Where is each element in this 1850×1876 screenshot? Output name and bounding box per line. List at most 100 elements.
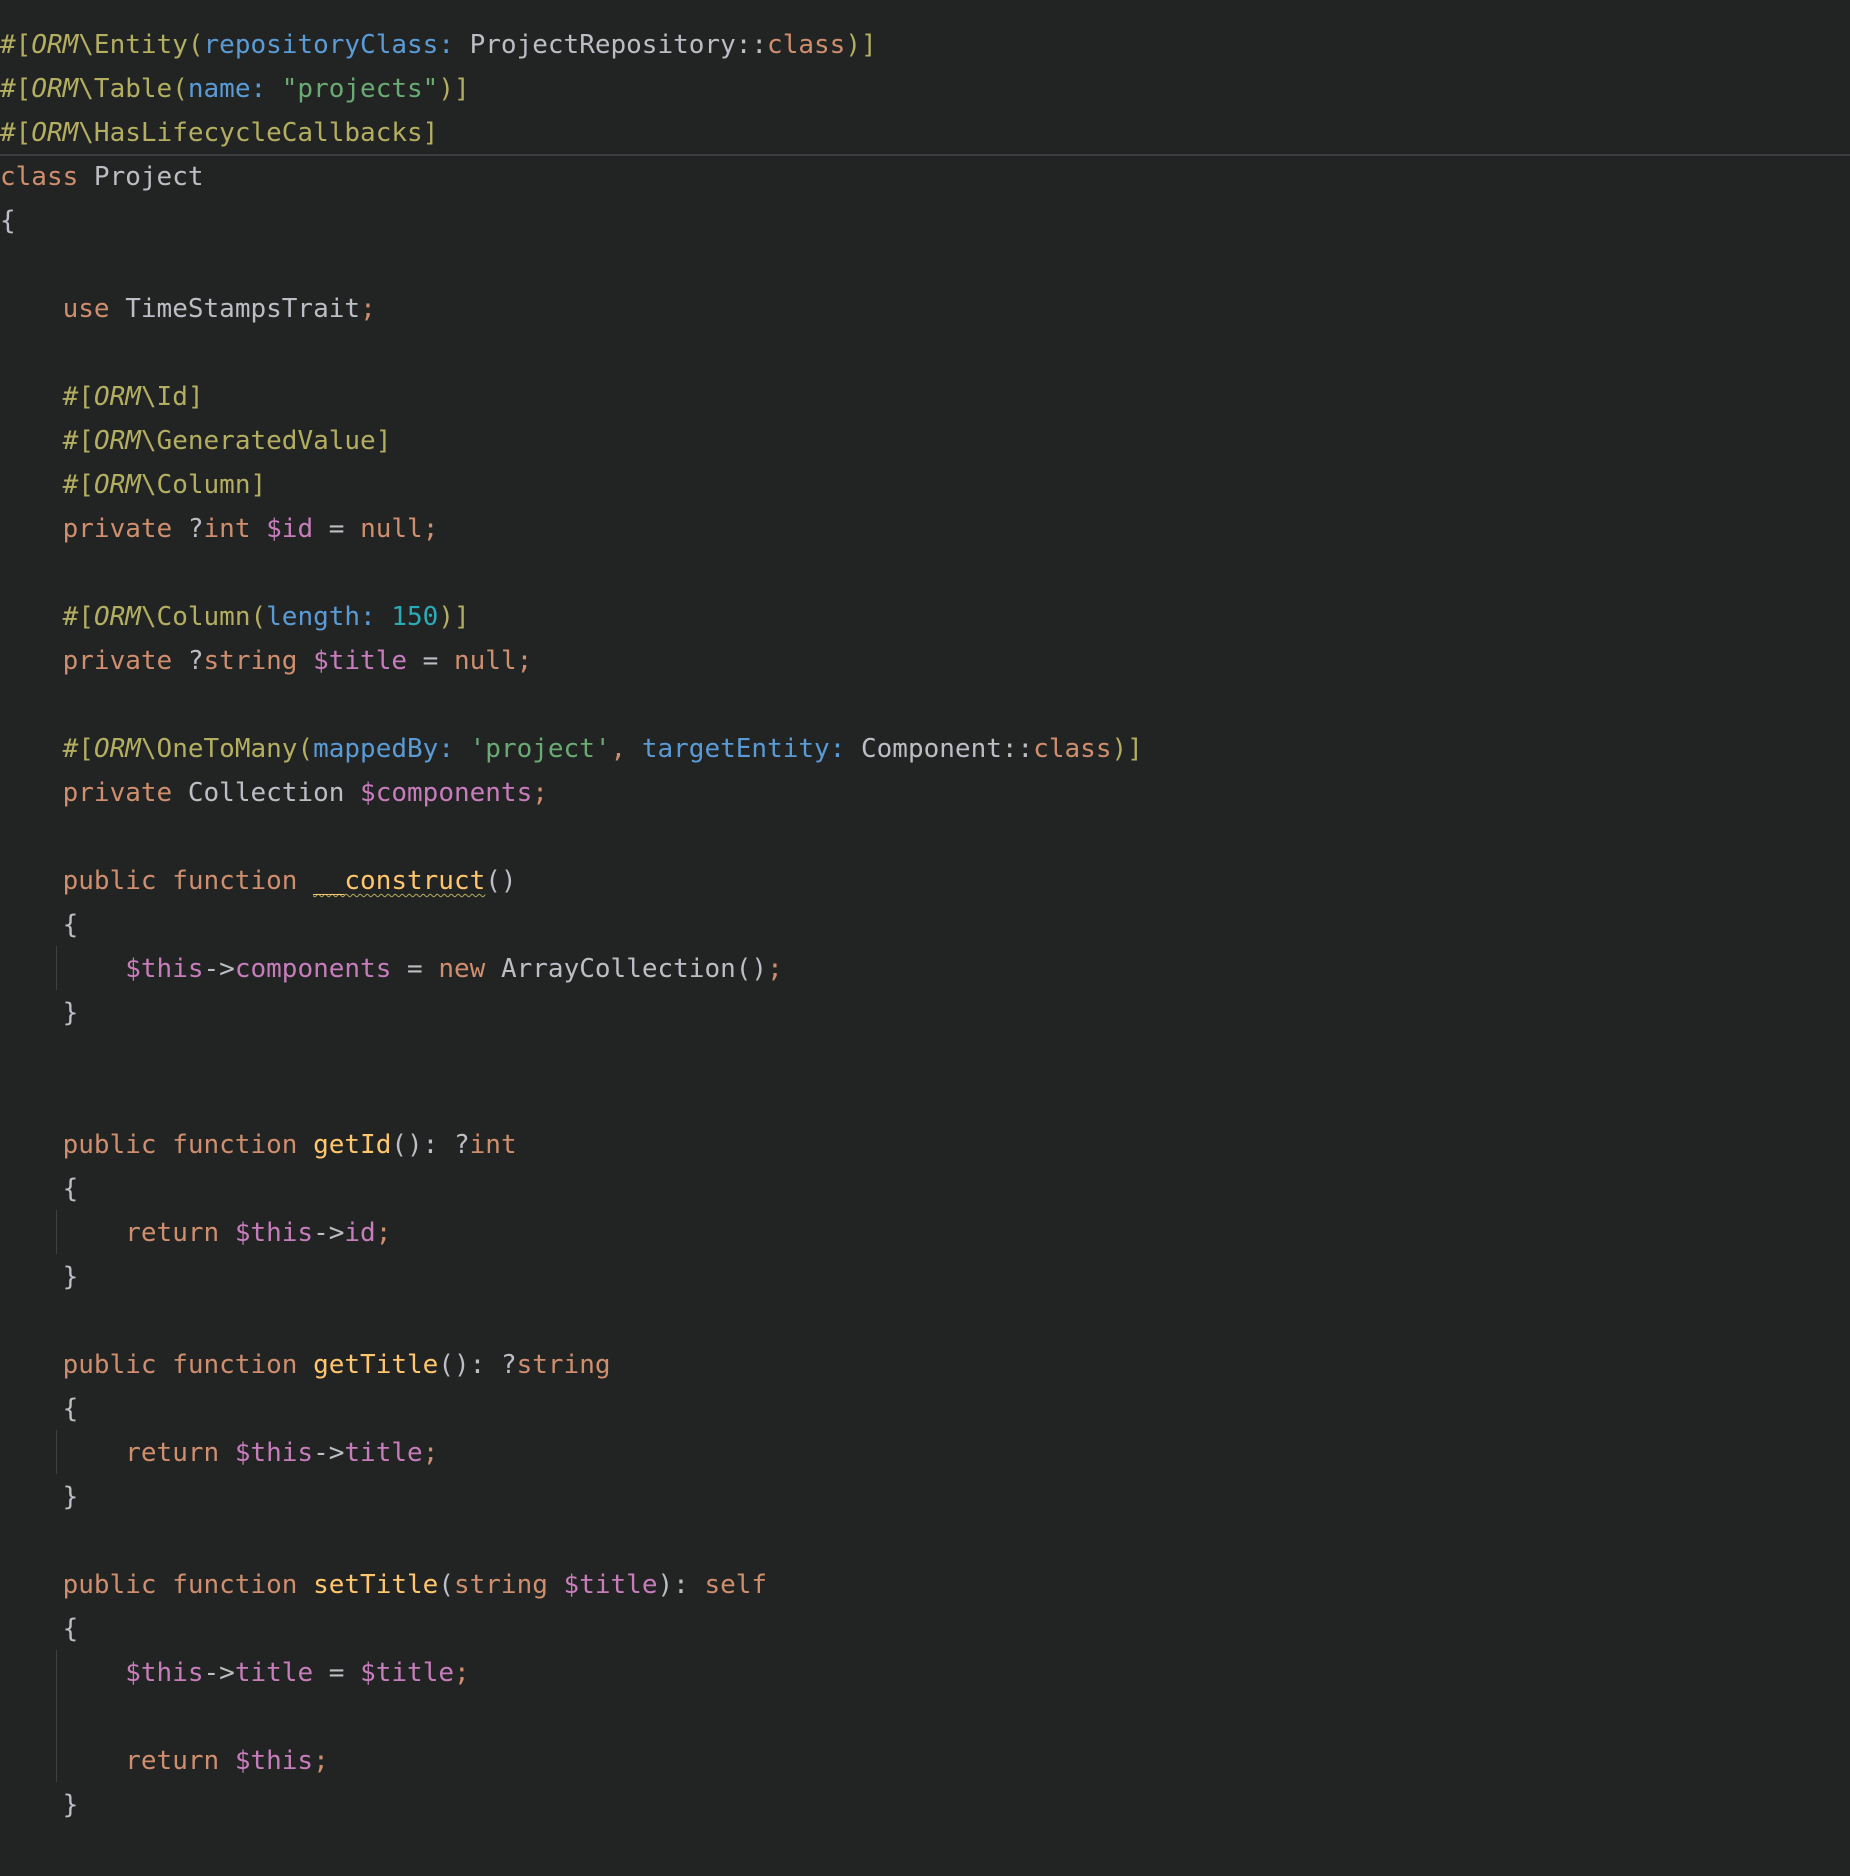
code-token: ; — [422, 1438, 439, 1468]
code-line[interactable]: { — [0, 903, 79, 947]
code-token: { — [62, 1394, 79, 1424]
code-line[interactable]: #[ORM\Column(length: 150)] — [0, 595, 470, 639]
code-token: private — [62, 778, 188, 808]
code-line[interactable]: use TimeStampsTrait; — [0, 287, 376, 331]
code-line[interactable]: } — [0, 1783, 79, 1827]
code-line[interactable]: private ?string $title = null; — [0, 639, 533, 683]
code-token: ; — [313, 1746, 329, 1776]
code-token: { — [62, 910, 79, 940]
code-line[interactable]: #[ORM\GeneratedValue] — [0, 419, 392, 463]
code-line[interactable]: { — [0, 199, 16, 243]
code-token: getTitle — [313, 1350, 439, 1380]
code-token: $title — [563, 1570, 658, 1600]
code-line[interactable]: public function setTitle(string $title):… — [0, 1563, 767, 1607]
code-token: ArrayCollection — [500, 954, 736, 984]
code-token: )] — [1111, 734, 1143, 764]
code-token: -> — [313, 1438, 345, 1468]
code-line[interactable]: { — [0, 1387, 79, 1431]
code-token: string — [516, 1350, 611, 1380]
code-token: \HasLifecycleCallbacks] — [78, 118, 439, 148]
code-line[interactable]: public function __construct() — [0, 859, 517, 903]
code-token: ; — [360, 294, 376, 324]
code-token: , — [610, 734, 642, 764]
code-token: ; — [375, 1218, 392, 1248]
code-line[interactable]: return $this->title; — [0, 1431, 438, 1475]
code-token: #[ — [62, 426, 94, 456]
code-token: (): — [438, 1350, 501, 1380]
code-token: -> — [313, 1218, 345, 1248]
code-token: public function — [62, 1570, 314, 1600]
code-line[interactable]: class Project — [0, 155, 204, 199]
code-token: string — [203, 646, 314, 676]
code-line[interactable]: private Collection $components; — [0, 771, 548, 815]
code-line[interactable]: #[ORM\Column] — [0, 463, 267, 507]
code-token: -> — [203, 1658, 235, 1688]
code-token: :: — [735, 30, 768, 60]
code-token: $this — [125, 1658, 204, 1688]
code-line[interactable]: } — [0, 991, 79, 1035]
code-token: public function — [62, 866, 314, 896]
code-token: \Column] — [140, 470, 267, 500]
code-token: = — [407, 646, 454, 676]
code-token: $this — [234, 1218, 314, 1248]
code-token: components — [234, 954, 392, 984]
code-line[interactable]: return $this; — [0, 1739, 329, 1783]
code-token: \OneToMany( — [140, 734, 314, 764]
code-line[interactable]: } — [0, 1255, 79, 1299]
code-token: ProjectRepository — [469, 30, 736, 60]
code-token: () — [735, 954, 768, 984]
code-token: $id — [266, 514, 314, 544]
code-line[interactable]: private ?int $id = null; — [0, 507, 439, 551]
code-token: class — [0, 162, 94, 192]
code-line[interactable]: $this->title = $title; — [0, 1651, 470, 1695]
code-token: repositoryClass: — [203, 30, 470, 60]
code-line[interactable]: public function getTitle(): ?string — [0, 1343, 611, 1387]
code-token: null — [360, 514, 423, 544]
code-line[interactable]: #[ORM\HasLifecycleCallbacks] — [0, 111, 438, 155]
code-token: ( — [438, 1570, 454, 1600]
code-line[interactable]: { — [0, 1607, 79, 1651]
code-token: Component — [861, 734, 1002, 764]
code-token: public function — [62, 1130, 314, 1160]
code-token: { — [62, 1614, 79, 1644]
code-token: ; — [454, 1658, 470, 1688]
code-token: #[ — [62, 602, 94, 632]
code-token: private — [62, 514, 188, 544]
code-token: class — [1033, 734, 1112, 764]
code-line[interactable]: $this->components = new ArrayCollection(… — [0, 947, 783, 991]
code-token: ORM — [93, 734, 141, 764]
code-line[interactable]: public function getId(): ?int — [0, 1123, 517, 1167]
code-token: \GeneratedValue] — [140, 426, 392, 456]
code-line[interactable]: } — [0, 1475, 79, 1519]
code-line[interactable]: return $this->id; — [0, 1211, 391, 1255]
code-token: mappedBy: — [313, 734, 470, 764]
code-line[interactable]: #[ORM\Id] — [0, 375, 204, 419]
code-token: ? — [500, 1350, 517, 1380]
code-token: name: — [187, 74, 282, 104]
code-token: return — [125, 1746, 235, 1776]
code-token: } — [62, 998, 79, 1028]
code-line[interactable]: #[ORM\Entity(repositoryClass: ProjectRep… — [0, 23, 877, 67]
code-editor[interactable]: #[ ORM \Entity(repositoryClass: ProjectRep… — [0, 0, 1850, 1876]
code-line[interactable]: #[ORM\OneToMany(mappedBy: 'project', tar… — [0, 727, 1143, 771]
code-token: ; — [767, 954, 783, 984]
code-token: \Entity( — [78, 30, 204, 60]
code-token: :: — [1001, 734, 1034, 764]
code-token: { — [62, 1174, 79, 1204]
code-token: return — [125, 1218, 235, 1248]
code-token: title — [234, 1658, 314, 1688]
code-line[interactable]: #[ORM\Table(name: "projects")] — [0, 67, 470, 111]
code-line[interactable]: { — [0, 1167, 79, 1211]
